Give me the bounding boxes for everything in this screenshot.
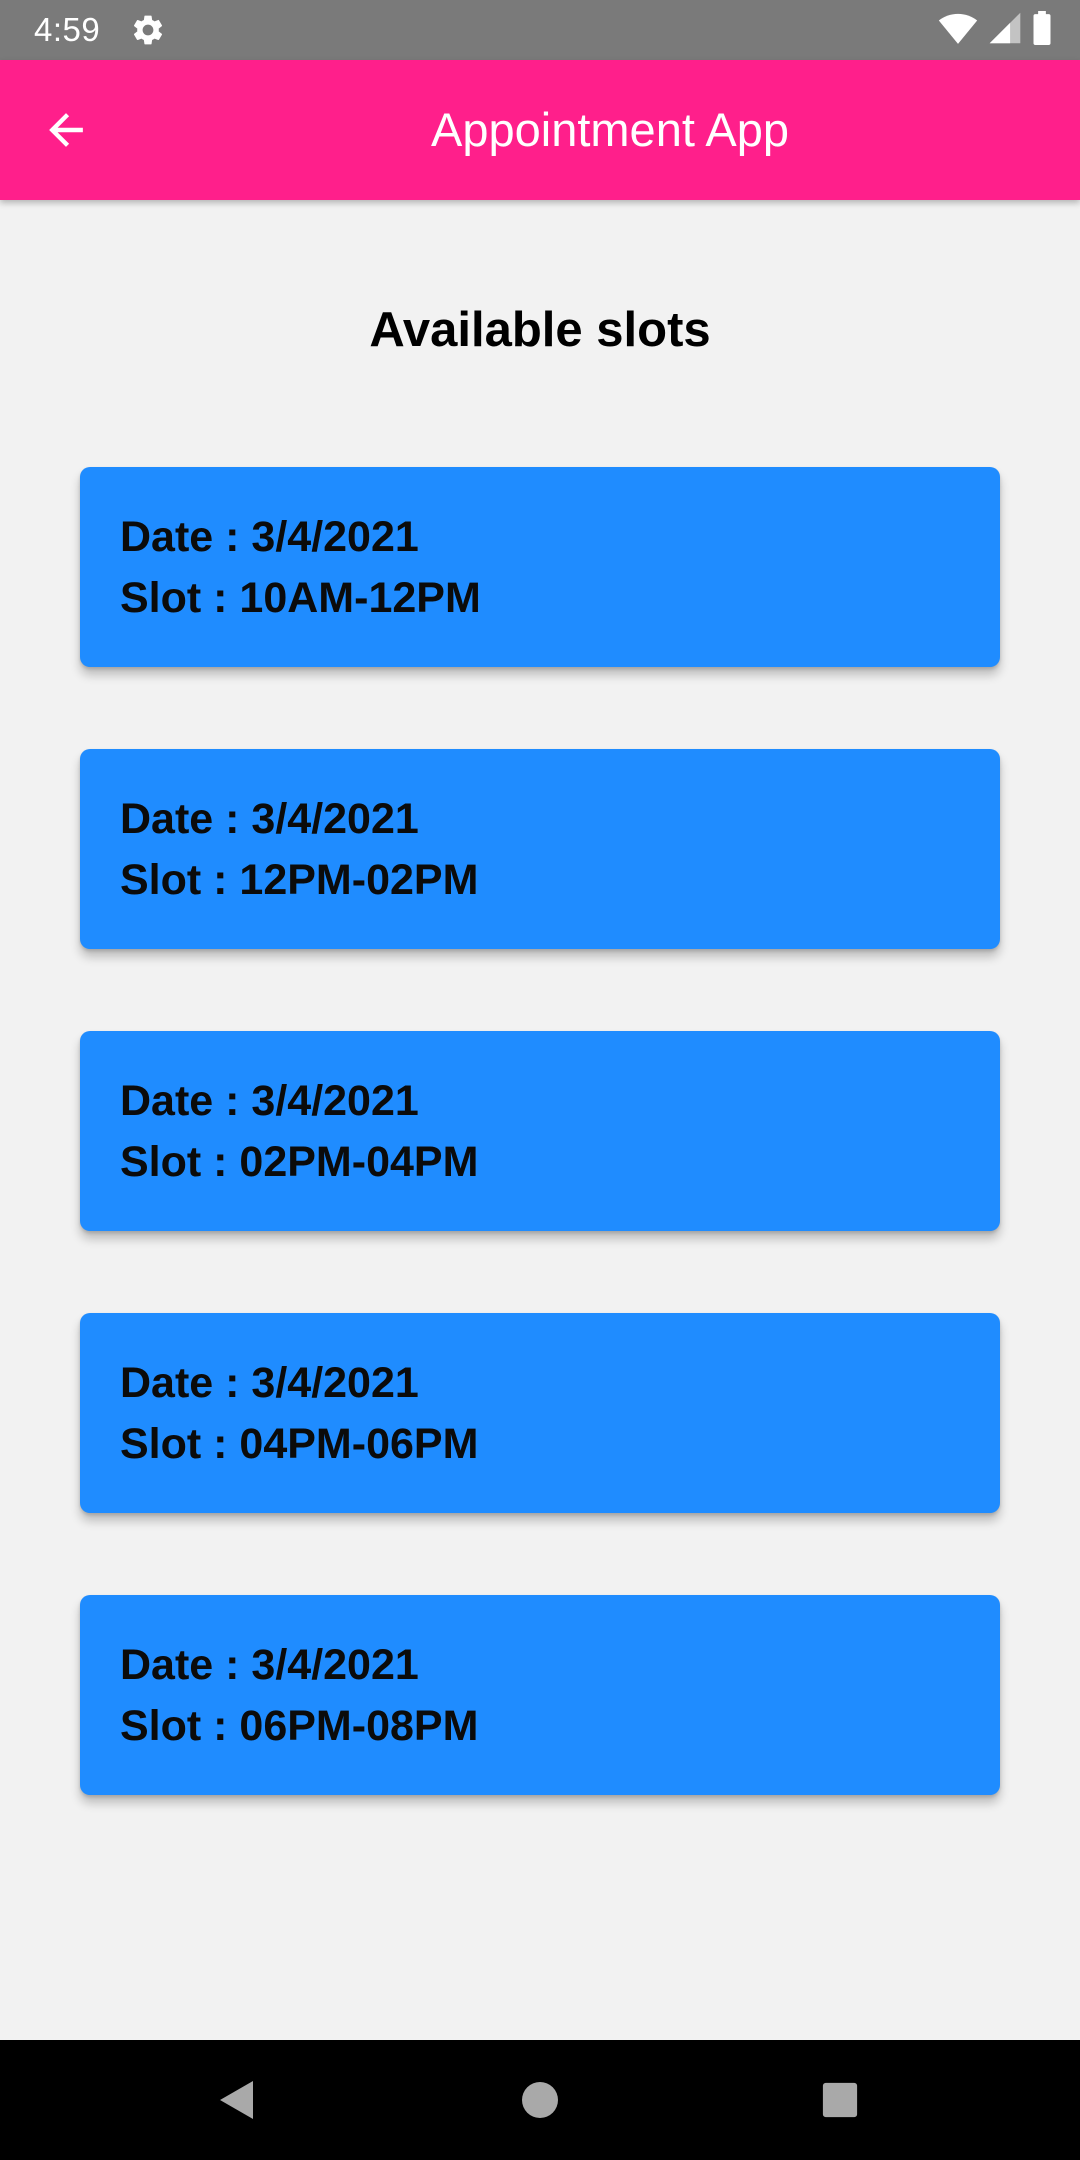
slot-card[interactable]: Date : 3/4/2021 Slot : 10AM-12PM	[80, 467, 1000, 667]
app-title: Appointment App	[431, 103, 789, 156]
slot-details: Date : 3/4/2021 Slot : 04PM-06PM	[120, 1353, 478, 1475]
slot-details: Date : 3/4/2021 Slot : 06PM-08PM	[120, 1635, 478, 1757]
slot-date: Date : 3/4/2021	[120, 795, 419, 843]
slot-card[interactable]: Date : 3/4/2021 Slot : 06PM-08PM	[80, 1595, 1000, 1795]
nav-home-button[interactable]	[510, 2070, 570, 2130]
available-slots-heading: Available slots	[369, 303, 711, 357]
slot-date: Date : 3/4/2021	[120, 1359, 419, 1407]
nav-back-icon	[220, 2081, 253, 2119]
status-time: 4:59	[34, 11, 101, 48]
slot-date: Date : 3/4/2021	[120, 1641, 419, 1689]
slot-date: Date : 3/4/2021	[120, 513, 419, 561]
slot-time: Slot : 02PM-04PM	[120, 1138, 479, 1186]
status-bar: 4:59	[0, 0, 1080, 60]
app-bar: Appointment App	[0, 60, 1080, 200]
slot-details: Date : 3/4/2021 Slot : 10AM-12PM	[120, 507, 481, 629]
nav-home-icon	[522, 2082, 558, 2118]
slot-card[interactable]: Date : 3/4/2021 Slot : 04PM-06PM	[80, 1313, 1000, 1513]
slot-details: Date : 3/4/2021 Slot : 12PM-02PM	[120, 789, 478, 911]
wifi-icon	[938, 11, 978, 50]
back-button[interactable]	[36, 100, 96, 160]
battery-icon	[1032, 10, 1052, 50]
arrow-left-icon	[49, 113, 83, 147]
slot-card[interactable]: Date : 3/4/2021 Slot : 12PM-02PM	[80, 749, 1000, 949]
status-icons	[938, 10, 1052, 50]
signal-icon	[988, 11, 1022, 50]
slot-card[interactable]: Date : 3/4/2021 Slot : 02PM-04PM	[80, 1031, 1000, 1231]
slot-time: Slot : 06PM-08PM	[120, 1702, 479, 1750]
gear-icon	[130, 12, 166, 48]
nav-recents-icon	[822, 2082, 858, 2118]
slot-time: Slot : 10AM-12PM	[120, 574, 481, 622]
slot-details: Date : 3/4/2021 Slot : 02PM-04PM	[120, 1071, 478, 1193]
nav-back-button[interactable]	[207, 2070, 267, 2130]
nav-recents-button[interactable]	[810, 2070, 870, 2130]
slot-date: Date : 3/4/2021	[120, 1077, 419, 1125]
slot-time: Slot : 12PM-02PM	[120, 856, 479, 904]
slot-time: Slot : 04PM-06PM	[120, 1420, 479, 1468]
system-nav-bar	[0, 2040, 1080, 2160]
